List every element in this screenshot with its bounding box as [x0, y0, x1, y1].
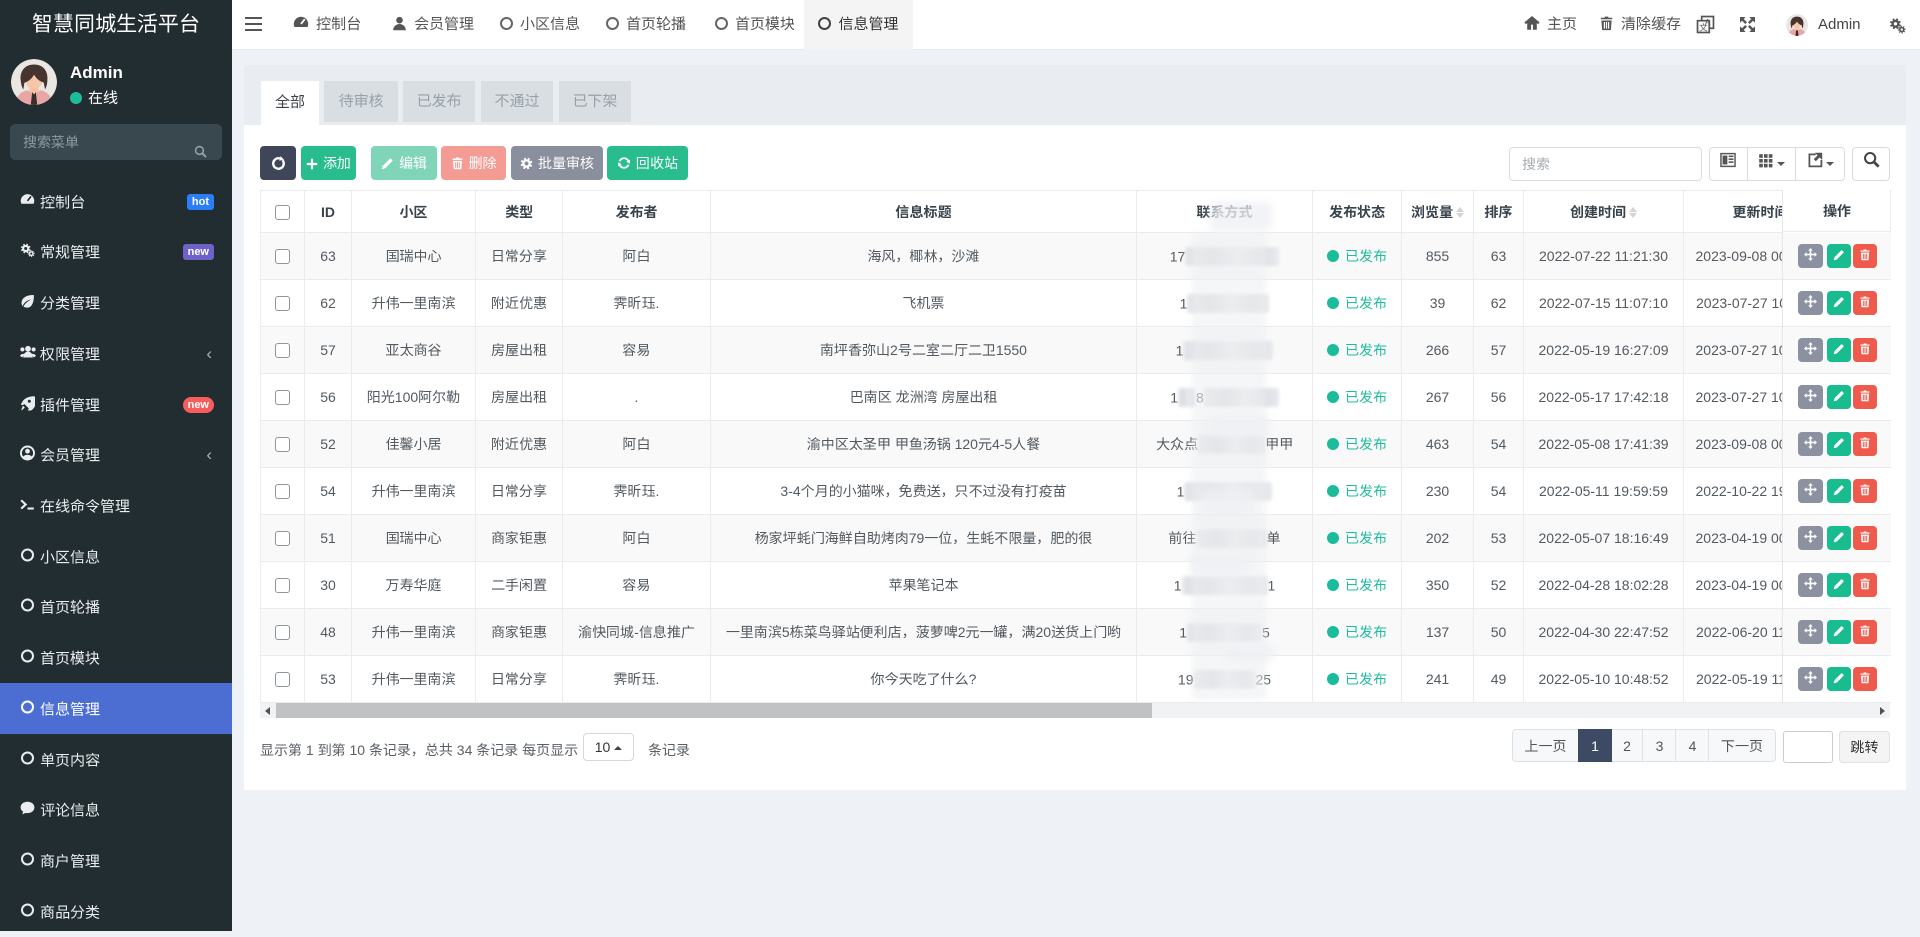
- svg-text:文: 文: [1699, 22, 1708, 33]
